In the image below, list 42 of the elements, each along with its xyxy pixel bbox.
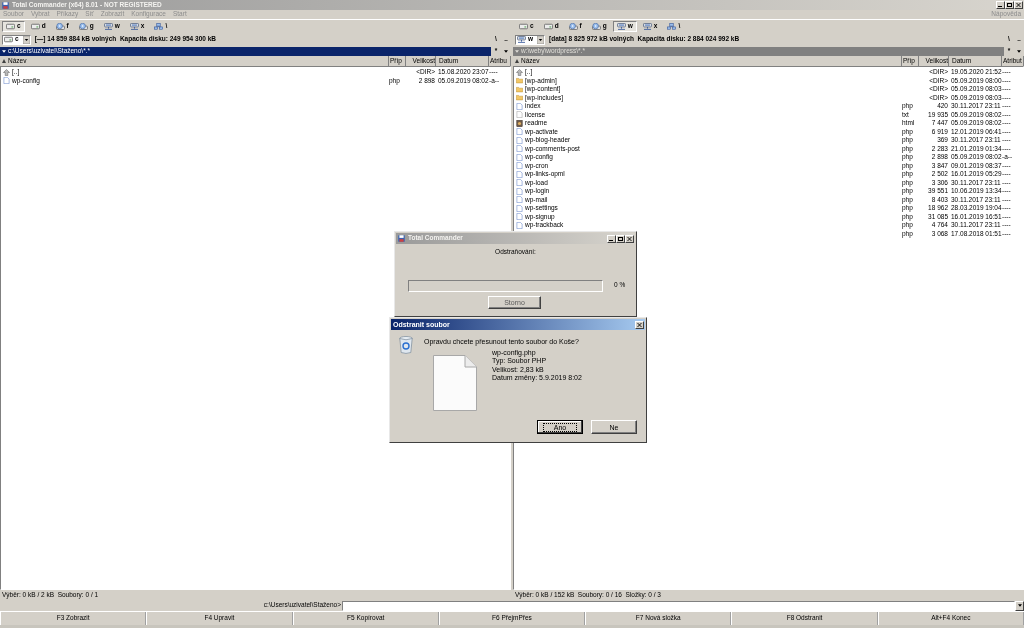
floppy-icon [398, 235, 405, 242]
command-line-field[interactable] [342, 600, 1015, 611]
up-arrow-icon [516, 68, 523, 76]
file-icon [3, 77, 10, 85]
dropdown-arrow-icon [537, 35, 545, 44]
network-icon [154, 23, 164, 30]
hard-drive-icon [30, 23, 40, 30]
network-drive-icon [616, 23, 626, 30]
caret-icon [515, 49, 519, 53]
command-history-button[interactable] [1015, 600, 1024, 611]
dropdown-arrow-icon [22, 35, 30, 44]
hard-drive-icon [519, 23, 528, 30]
minimize-icon [998, 3, 1003, 7]
hard-drive-icon [4, 36, 13, 43]
web-file-icon [516, 119, 523, 127]
maximize-icon [1007, 3, 1012, 7]
hard-drive-icon [543, 23, 553, 30]
close-icon [637, 322, 642, 327]
maximize-icon [618, 236, 623, 241]
sort-arrow-icon [515, 59, 519, 63]
document-icon [433, 355, 477, 411]
disc-drive-icon [78, 23, 88, 30]
disc-drive-icon [591, 23, 601, 30]
caret-icon [1017, 49, 1021, 53]
network-drive-icon [103, 23, 113, 30]
disc-drive-icon [55, 23, 65, 30]
caret-icon [1017, 604, 1022, 607]
up-arrow-icon [3, 68, 10, 76]
network-drive-icon [129, 23, 139, 30]
sort-arrow-icon [2, 59, 6, 63]
close-icon [627, 236, 632, 241]
recycle-bin-icon [399, 336, 413, 354]
network-drive-icon [642, 23, 652, 30]
hard-drive-icon [6, 23, 15, 30]
network-icon [667, 23, 677, 30]
caret-icon [2, 49, 6, 53]
close-button[interactable] [635, 320, 644, 329]
caret-icon [504, 49, 508, 53]
network-drive-icon [517, 36, 526, 43]
disc-drive-icon [568, 23, 578, 30]
close-icon [1016, 3, 1021, 7]
floppy-icon [2, 1, 9, 9]
